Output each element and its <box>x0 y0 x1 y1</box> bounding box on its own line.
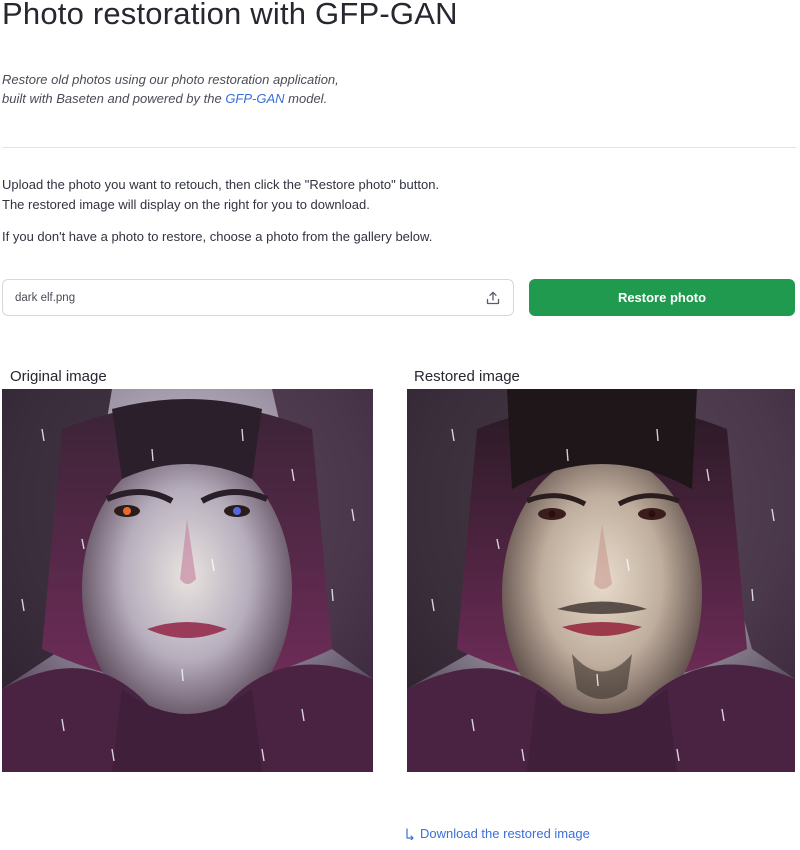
subtitle-line-1: Restore old photos using our photo resto… <box>2 72 339 87</box>
file-upload-field[interactable]: dark elf.png <box>2 279 514 316</box>
download-label: Download the restored image <box>420 826 590 841</box>
restored-image <box>407 389 795 772</box>
restore-photo-button[interactable]: Restore photo <box>529 279 795 316</box>
subtitle-line-2-suffix: model. <box>284 91 328 106</box>
page-subtitle: Restore old photos using our photo resto… <box>2 70 339 108</box>
subtitle-line-2-prefix: built with Baseten and powered by the <box>2 91 226 106</box>
instruction-line-1: Upload the photo you want to retouch, th… <box>2 177 440 192</box>
upload-icon[interactable] <box>485 290 501 306</box>
original-image <box>2 389 373 772</box>
instructions: Upload the photo you want to retouch, th… <box>2 175 439 215</box>
original-image-label: Original image <box>10 368 107 385</box>
restored-image-label: Restored image <box>414 368 520 385</box>
instruction-line-3: If you don't have a photo to restore, ch… <box>2 229 433 244</box>
page-title: Photo restoration with GFP-GAN <box>2 0 458 31</box>
instruction-line-2: The restored image will display on the r… <box>2 197 370 212</box>
file-name: dark elf.png <box>15 291 76 304</box>
divider <box>2 147 796 148</box>
gfp-gan-link[interactable]: GFP-GAN <box>225 91 284 106</box>
page: Photo restoration with GFP-GAN Restore o… <box>0 0 800 850</box>
download-arrow-icon <box>405 827 415 841</box>
download-restored-image-link[interactable]: Download the restored image <box>405 826 590 841</box>
